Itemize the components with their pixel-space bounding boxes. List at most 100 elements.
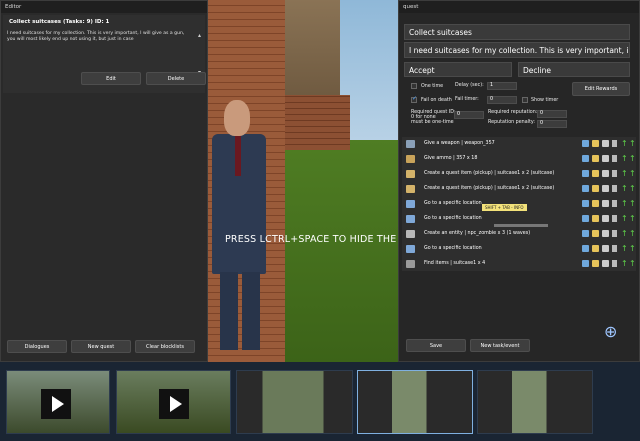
delete-button[interactable]: Delete [146,72,206,85]
fail-on-death-checkbox[interactable] [411,95,417,103]
task-row[interactable]: Give ammo | 357 x 18 ↑ ↑ [402,152,636,166]
trash-icon[interactable] [612,230,617,237]
one-time-checkbox[interactable] [411,83,417,89]
arrow-up-icon[interactable]: ↑ [621,140,628,148]
zoom-in-icon[interactable]: ⊕ [604,322,617,341]
paste-icon[interactable] [602,200,609,207]
folder-icon[interactable] [592,230,599,237]
required-reputation-input[interactable]: 0 [537,110,567,118]
task-row[interactable]: Go to a specific location ↑ ↑ [402,242,636,256]
quest-list-item[interactable]: Collect suitcases (Tasks: 9) ID: 1 I nee… [3,15,206,93]
task-row[interactable]: Give a weapon | weapon_357 ↑ ↑ [402,137,636,151]
save-button[interactable]: Save [406,339,466,352]
ammo-icon [406,155,415,163]
arrow-up-icon[interactable]: ↑ [621,215,628,223]
copy-icon[interactable] [582,155,589,162]
decline-text-input[interactable]: Decline [518,62,630,77]
folder-icon[interactable] [592,170,599,177]
copy-icon[interactable] [582,230,589,237]
delay-input[interactable]: 1 [487,82,517,90]
copy-icon[interactable] [582,245,589,252]
paste-icon[interactable] [602,245,609,252]
arrow-down-icon[interactable]: ↑ [629,245,636,253]
arrow-down-icon[interactable]: ↑ [629,185,636,193]
task-row[interactable]: Find items | suitcase1 x 4 ↑ ↑ [402,257,636,271]
show-timer-checkbox[interactable] [522,97,528,103]
task-row[interactable]: Create a quest item (pickup) | suitcase1… [402,167,636,181]
new-task-button[interactable]: New task/event [470,339,530,352]
trash-icon[interactable] [612,185,617,192]
quest-description-input[interactable]: I need suitcases for my collection. This… [404,42,630,58]
folder-icon[interactable] [592,140,599,147]
folder-icon[interactable] [592,200,599,207]
hide-editor-hint: PRESS LCTRL+SPACE TO HIDE THE EDIT [225,234,423,245]
folder-icon[interactable] [592,245,599,252]
copy-icon[interactable] [582,185,589,192]
folder-icon[interactable] [592,155,599,162]
arrow-down-icon[interactable]: ↑ [629,170,636,178]
thumbnail-3[interactable] [236,370,353,434]
trash-icon[interactable] [612,155,617,162]
info-tooltip: SHIFT + TAB - INFO [482,204,527,211]
paste-icon[interactable] [602,185,609,192]
paste-icon[interactable] [602,215,609,222]
thumbnail-1[interactable] [6,370,110,434]
copy-icon[interactable] [582,140,589,147]
play-icon[interactable] [159,389,189,419]
quest-name-input[interactable]: Collect suitcases [404,24,630,40]
arrow-down-icon[interactable]: ↑ [629,140,636,148]
arrow-up-icon[interactable]: ↑ [621,200,628,208]
paste-icon[interactable] [602,170,609,177]
arrow-up-icon[interactable]: ↑ [621,170,628,178]
copy-icon[interactable] [582,200,589,207]
scroll-up-icon[interactable]: ▴ [198,32,201,39]
thumbnail-4-active[interactable] [357,370,473,434]
arrow-down-icon[interactable]: ↑ [629,200,636,208]
arrow-down-icon[interactable]: ↑ [629,230,636,238]
trash-icon[interactable] [612,215,617,222]
paste-icon[interactable] [602,140,609,147]
folder-icon[interactable] [592,185,599,192]
task-row[interactable]: Create a quest item (pickup) | suitcase1… [402,182,636,196]
edit-rewards-button[interactable]: Edit Rewards [572,82,630,96]
copy-icon[interactable] [582,260,589,267]
paste-icon[interactable] [602,155,609,162]
trash-icon[interactable] [612,260,617,267]
task-progress-bar [494,224,548,227]
dialogues-button[interactable]: Dialogues [7,340,67,353]
thumbnail-2[interactable] [116,370,231,434]
copy-icon[interactable] [582,170,589,177]
arrow-down-icon[interactable]: ↑ [629,155,636,163]
folder-icon[interactable] [592,260,599,267]
accept-text-input[interactable]: Accept [404,62,512,77]
arrow-up-icon[interactable]: ↑ [621,155,628,163]
entity-icon [406,230,415,238]
task-label: Find items | suitcase1 x 4 [424,261,486,266]
paste-icon[interactable] [602,230,609,237]
trash-icon[interactable] [612,170,617,177]
arrow-up-icon[interactable]: ↑ [621,260,628,268]
thumbnail-5[interactable] [477,370,593,434]
arrow-down-icon[interactable]: ↑ [629,215,636,223]
copy-icon[interactable] [582,215,589,222]
new-quest-button[interactable]: New quest [71,340,131,353]
required-reputation-label: Required reputation: [488,110,538,115]
show-timer-label: Show timer [531,98,559,103]
trash-icon[interactable] [612,140,617,147]
arrow-up-icon[interactable]: ↑ [621,245,628,253]
fail-timer-input[interactable]: 0 [487,96,517,104]
clear-blocklists-button[interactable]: Clear blocklists [135,340,195,353]
trash-icon[interactable] [612,245,617,252]
reputation-penalty-input[interactable]: 0 [537,120,567,128]
editor-panel: Editor Collect suitcases (Tasks: 9) ID: … [0,0,208,362]
paste-icon[interactable] [602,260,609,267]
task-row[interactable]: Create an entity | npc_zombie x 3 (1 wav… [402,227,636,241]
edit-button[interactable]: Edit [81,72,141,85]
folder-icon[interactable] [592,215,599,222]
arrow-down-icon[interactable]: ↑ [629,260,636,268]
arrow-up-icon[interactable]: ↑ [621,230,628,238]
trash-icon[interactable] [612,200,617,207]
required-quest-input[interactable]: 0 [454,111,484,119]
play-icon[interactable] [41,389,71,419]
arrow-up-icon[interactable]: ↑ [621,185,628,193]
